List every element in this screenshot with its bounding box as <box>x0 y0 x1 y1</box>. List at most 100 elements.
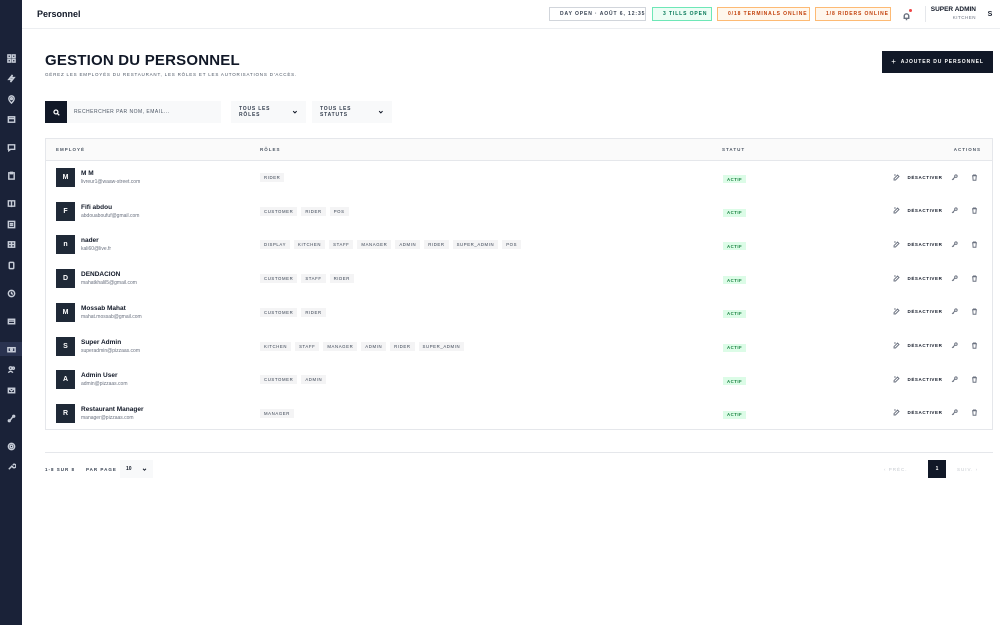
trash-icon <box>971 241 978 248</box>
clipboard-icon[interactable] <box>0 168 22 182</box>
delete-button[interactable] <box>969 408 979 418</box>
table-icon[interactable] <box>0 237 22 251</box>
prev-page-button[interactable]: ‹ PRÉC. <box>884 467 908 472</box>
reset-password-button[interactable] <box>949 307 959 317</box>
reset-password-button[interactable] <box>949 239 959 249</box>
document-icon[interactable] <box>0 258 22 272</box>
deactivate-button[interactable]: DÉSACTIVER <box>906 307 944 317</box>
pagination-divider <box>45 452 993 453</box>
avatar: A <box>56 370 75 390</box>
search-button[interactable] <box>45 101 67 123</box>
reset-password-button[interactable] <box>949 374 959 384</box>
status-filter-select[interactable]: TOUS LES STATUTS <box>312 101 392 123</box>
riders-pill[interactable]: 1/8 RIDERS ONLINE <box>815 7 891 21</box>
tills-label: 3 TILLS OPEN <box>663 11 708 17</box>
list-icon[interactable] <box>0 217 22 231</box>
edit-button[interactable] <box>891 273 901 283</box>
key-icon <box>951 376 958 383</box>
reset-password-button[interactable] <box>949 408 959 418</box>
deactivate-button[interactable]: DÉSACTIVER <box>906 273 944 283</box>
sidebar <box>0 0 22 625</box>
role-tag: CUSTOMER <box>260 307 298 317</box>
edit-icon <box>893 376 900 383</box>
settings-icon[interactable] <box>0 439 22 453</box>
users-icon[interactable] <box>0 362 22 376</box>
terminals-label: 0/18 TERMINALS ONLINE <box>728 11 808 17</box>
roles-filter-select[interactable]: TOUS LES RÔLES <box>231 101 306 123</box>
delete-button[interactable] <box>969 239 979 249</box>
edit-button[interactable] <box>891 408 901 418</box>
terminals-pill[interactable]: 0/18 TERMINALS ONLINE <box>717 7 810 21</box>
edit-button[interactable] <box>891 307 901 317</box>
dashboard-icon[interactable] <box>0 51 22 65</box>
role-tag: MANAGER <box>260 408 294 418</box>
wrench-icon[interactable] <box>0 459 22 473</box>
per-page-select[interactable]: 10 <box>120 460 153 478</box>
status-badge: ACTIF <box>723 410 747 419</box>
edit-icon <box>893 308 900 315</box>
role-tags: CUSTOMER RIDER <box>260 307 326 317</box>
reset-password-button[interactable] <box>949 273 959 283</box>
page-title: GESTION DU PERSONNEL <box>45 52 240 69</box>
key-icon <box>951 241 958 248</box>
search-icon <box>52 108 60 116</box>
box-icon[interactable] <box>0 112 22 126</box>
book-icon[interactable] <box>0 196 22 210</box>
page-1-button[interactable]: 1 <box>928 460 946 478</box>
search-input[interactable] <box>67 101 221 123</box>
bolt-icon[interactable] <box>0 71 22 85</box>
user-role: KITCHEN <box>952 15 976 20</box>
notifications-button[interactable] <box>902 8 914 21</box>
status-badge: ACTIF <box>723 276 747 285</box>
edit-button[interactable] <box>891 239 901 249</box>
status-badge: ACTIF <box>723 242 747 251</box>
mail-icon[interactable] <box>0 383 22 397</box>
add-staff-button[interactable]: + AJOUTER DU PERSONNEL <box>882 51 993 73</box>
trash-icon <box>971 376 978 383</box>
edit-icon <box>893 274 900 282</box>
key-icon <box>951 409 958 416</box>
reset-password-button[interactable] <box>949 206 959 216</box>
deactivate-button[interactable]: DÉSACTIVER <box>906 341 944 351</box>
deactivate-button[interactable]: DÉSACTIVER <box>906 239 944 249</box>
user-avatar[interactable]: S <box>985 8 995 20</box>
edit-button[interactable] <box>891 172 901 182</box>
edit-icon <box>893 409 900 416</box>
card-icon[interactable] <box>0 314 22 328</box>
delete-button[interactable] <box>969 341 979 351</box>
cash-icon[interactable] <box>0 342 22 356</box>
next-page-button[interactable]: SUIV. › <box>957 467 978 472</box>
deactivate-button[interactable]: DÉSACTIVER <box>906 408 944 418</box>
location-icon[interactable] <box>0 92 22 106</box>
employee-email: mahat.mossab@gmail.com <box>81 313 142 320</box>
deactivate-button[interactable]: DÉSACTIVER <box>906 374 944 384</box>
role-tag: RIDER <box>424 240 449 250</box>
delete-button[interactable] <box>969 307 979 317</box>
delete-button[interactable] <box>969 206 979 216</box>
deactivate-button[interactable]: DÉSACTIVER <box>906 172 944 182</box>
user-name[interactable]: SUPER ADMIN <box>926 6 976 13</box>
edit-button[interactable] <box>891 206 901 216</box>
tills-pill[interactable]: 3 TILLS OPEN <box>652 7 712 21</box>
role-tag: POS <box>329 206 349 216</box>
reset-password-button[interactable] <box>949 341 959 351</box>
table-row: n nader kali60@live.fr DISPLAY KITCHEN STA… <box>46 228 992 262</box>
reset-password-button[interactable] <box>949 172 959 182</box>
route-icon[interactable] <box>0 411 22 425</box>
delete-button[interactable] <box>969 374 979 384</box>
deactivate-button[interactable]: DÉSACTIVER <box>906 206 944 216</box>
day-status-pill[interactable]: DAY OPEN · AOÛT 6, 12:35 <box>549 7 646 21</box>
edit-button[interactable] <box>891 341 901 351</box>
per-page-value: 10 <box>126 466 132 472</box>
chat-icon[interactable] <box>0 140 22 154</box>
delete-button[interactable] <box>969 172 979 182</box>
clock-icon[interactable] <box>0 286 22 300</box>
edit-button[interactable] <box>891 374 901 384</box>
status-badge: ACTIF <box>723 309 747 318</box>
role-tag: ADMIN <box>301 375 327 385</box>
trash-icon <box>971 409 978 417</box>
role-tag: KITCHEN <box>294 240 326 250</box>
table-row: M Mossab Mahat mahat.mossab@gmail.com CU… <box>46 296 992 330</box>
delete-button[interactable] <box>969 273 979 283</box>
table-header: EMPLOYÉ RÔLES STATUT ACTIONS <box>46 139 992 161</box>
